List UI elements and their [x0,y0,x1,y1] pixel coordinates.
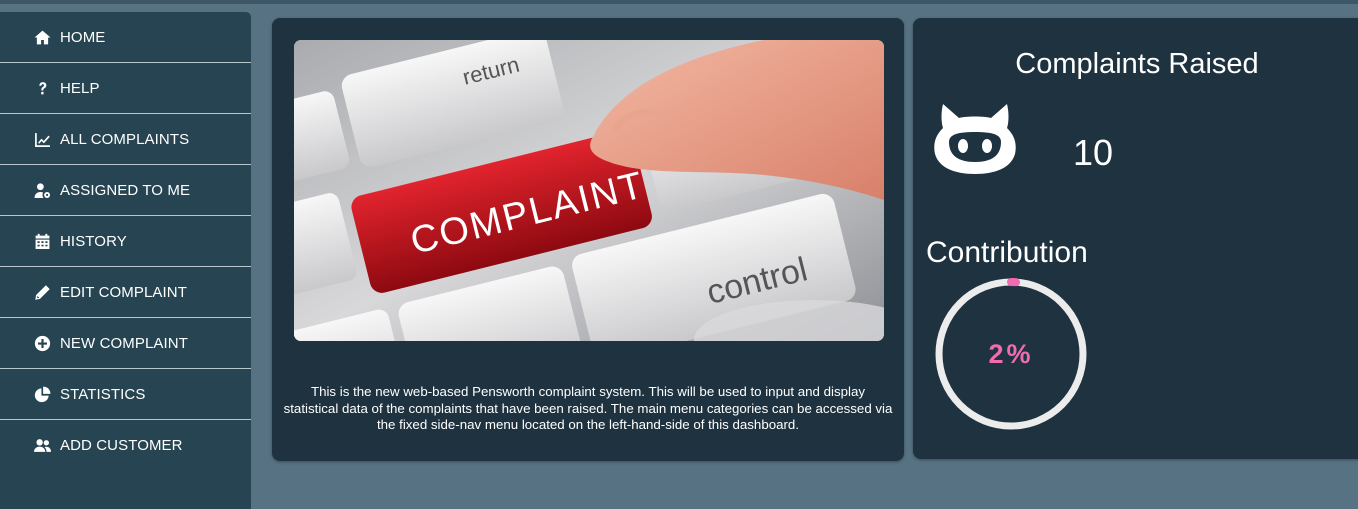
sidebar-item-label: HOME [60,28,106,46]
sidebar-item-label: STATISTICS [60,385,146,403]
sidebar-item-add-customer[interactable]: ADD CUSTOMER [0,420,251,470]
system-description: This is the new web-based Pensworth comp… [283,384,893,433]
sidebar-item-new-complaint[interactable]: NEW COMPLAINT [0,318,251,369]
sidebar-item-label: ALL COMPLAINTS [60,130,190,148]
users-icon [33,436,51,454]
top-bar [0,0,1358,4]
user-cog-icon [33,181,51,199]
complaints-raised-count: 10 [1073,132,1114,173]
sidebar-item-all-complaints[interactable]: ALL COMPLAINTS [0,114,251,165]
contribution-title: Contribution [926,236,1088,269]
home-icon [33,28,51,46]
side-nav: HOME HELP ALL COMPLAINTS ASSIGNED TO ME … [0,12,251,509]
sidebar-item-history[interactable]: HISTORY [0,216,251,267]
welcome-card: return COMPLAINT alt control This is the… [272,18,904,461]
sidebar-item-home[interactable]: HOME [0,12,251,63]
sidebar-item-statistics[interactable]: STATISTICS [0,369,251,420]
complaints-raised-title: Complaints Raised [1015,48,1259,80]
sidebar-item-label: ADD CUSTOMER [60,436,183,454]
sidebar-item-assigned-to-me[interactable]: ASSIGNED TO ME [0,165,251,216]
plus-circle-icon [33,334,51,352]
sidebar-item-help[interactable]: HELP [0,63,251,114]
contribution-percent-label: 2% [988,338,1034,369]
sidebar-item-label: EDIT COMPLAINT [60,283,187,301]
complaint-keyboard-image: return COMPLAINT alt control [294,40,884,341]
sidebar-item-label: HISTORY [60,232,127,250]
stats-card: Complaints Raised 10 Contribution 2% [913,18,1358,459]
sidebar-item-label: NEW COMPLAINT [60,334,188,352]
pencil-icon [33,283,51,301]
calendar-icon [33,232,51,250]
github-octocat-icon [929,98,1021,174]
pie-chart-icon [33,385,51,403]
sidebar-item-label: ASSIGNED TO ME [60,181,191,199]
question-icon [33,79,51,97]
sidebar-item-label: HELP [60,79,100,97]
sidebar-item-edit-complaint[interactable]: EDIT COMPLAINT [0,267,251,318]
chart-line-icon [33,130,51,148]
